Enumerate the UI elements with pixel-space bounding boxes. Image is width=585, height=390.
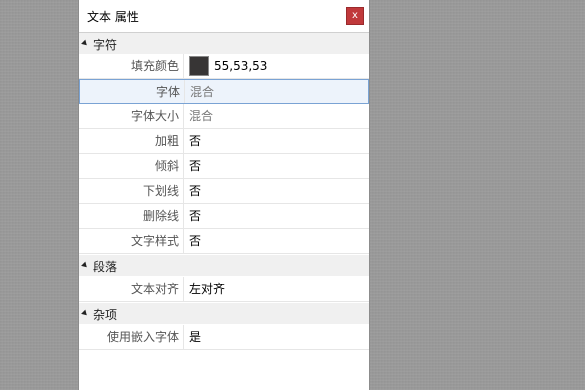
property-value: 55,53,53	[214, 59, 268, 73]
property-row-text-style[interactable]: 文字样式 否	[79, 229, 369, 254]
property-label: 删除线	[79, 204, 184, 228]
property-row-fill-color[interactable]: 填充颜色 55,53,53	[79, 54, 369, 79]
close-button[interactable]: x	[346, 7, 364, 25]
group-misc[interactable]: 杂项	[79, 303, 369, 324]
property-label: 文本对齐	[79, 277, 184, 301]
property-value[interactable]: 否	[189, 129, 201, 153]
property-label: 下划线	[79, 179, 184, 203]
property-label: 填充颜色	[79, 54, 184, 78]
collapse-arrow-icon[interactable]	[81, 39, 89, 48]
property-label: 字体大小	[79, 104, 184, 128]
group-label: 段落	[93, 260, 118, 274]
group-character[interactable]: 字符	[79, 33, 369, 54]
property-row-text-align[interactable]: 文本对齐 左对齐	[79, 277, 369, 302]
property-row-underline[interactable]: 下划线 否	[79, 179, 369, 204]
property-value[interactable]: 否	[189, 154, 201, 178]
property-label: 加粗	[79, 129, 184, 153]
group-paragraph[interactable]: 段落	[79, 255, 369, 276]
group-label: 字符	[93, 38, 118, 52]
property-value[interactable]: 否	[189, 179, 201, 203]
property-row-embed-font[interactable]: 使用嵌入字体 是	[79, 325, 369, 350]
property-value[interactable]: 混合	[189, 104, 213, 128]
property-row-font[interactable]: 字体 混合	[79, 79, 369, 104]
property-value[interactable]: 否	[189, 204, 201, 228]
property-value[interactable]: 左对齐	[189, 277, 225, 301]
property-label: 字体	[80, 80, 185, 103]
property-value[interactable]: 混合	[190, 80, 214, 103]
collapse-arrow-icon[interactable]	[81, 261, 89, 270]
property-row-italic[interactable]: 倾斜 否	[79, 154, 369, 179]
collapse-arrow-icon[interactable]	[81, 309, 89, 318]
property-row-strikethrough[interactable]: 删除线 否	[79, 204, 369, 229]
property-row-bold[interactable]: 加粗 否	[79, 129, 369, 154]
property-value[interactable]: 是	[189, 325, 201, 349]
close-icon: x	[352, 10, 358, 21]
property-label: 文字样式	[79, 229, 184, 253]
properties-panel: 文本 属性 x 字符 填充颜色 55,53,53 字体 混合 字体大小 混合 加…	[78, 0, 370, 390]
color-swatch[interactable]	[189, 56, 209, 76]
property-row-font-size[interactable]: 字体大小 混合	[79, 104, 369, 129]
panel-title: 文本 属性	[87, 10, 139, 24]
panel-titlebar: 文本 属性 x	[79, 0, 369, 33]
property-value[interactable]: 否	[189, 229, 201, 253]
group-label: 杂项	[93, 308, 118, 322]
property-label: 使用嵌入字体	[79, 325, 184, 349]
property-label: 倾斜	[79, 154, 184, 178]
